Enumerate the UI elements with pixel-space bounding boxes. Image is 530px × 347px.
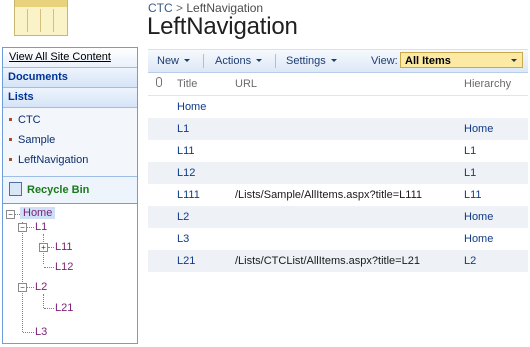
nav-item-leftnavigation[interactable]: LeftNavigation	[3, 150, 137, 170]
row-title-link[interactable]: Home	[177, 96, 206, 118]
view-all-site-content-link[interactable]: View All Site Content	[3, 48, 137, 68]
tree-node-l21[interactable]: L21	[55, 302, 73, 314]
recycle-bin-link[interactable]: Recycle Bin	[3, 177, 137, 204]
tree-node-l12[interactable]: L12	[55, 261, 73, 273]
tree-node-l2[interactable]: L2	[35, 281, 47, 293]
row-title-link[interactable]: L21	[177, 250, 195, 272]
tree-node-l11[interactable]: L11	[55, 241, 73, 253]
view-label: View:	[371, 55, 398, 67]
tree-node-l3[interactable]: L3	[35, 326, 47, 338]
row-hierarchy-link[interactable]: L1	[464, 140, 476, 162]
chevron-down-icon	[256, 58, 263, 62]
nav-header-documents[interactable]: Documents	[3, 68, 137, 88]
column-header-url[interactable]: URL	[235, 73, 257, 95]
collapse-l1-icon[interactable]: −	[18, 223, 27, 232]
paperclip-icon	[156, 77, 162, 87]
row-title-link[interactable]: L1	[177, 118, 189, 140]
row-hierarchy-link[interactable]: L11	[464, 184, 482, 206]
table-row: L3 Home	[148, 228, 528, 250]
navigation-tree: − Home − L1 + L11 L12 − L2 L21 L3	[3, 204, 137, 343]
settings-menu-label: Settings	[286, 55, 326, 67]
actions-menu-label: Actions	[215, 55, 252, 67]
quick-launch: View All Site Content Documents Lists CT…	[2, 47, 138, 344]
row-title-link[interactable]: L2	[177, 206, 189, 228]
row-hierarchy-link[interactable]: L2	[464, 250, 476, 272]
view-select-value: All Items	[405, 55, 451, 67]
table-header-row: Title URL Hierarchy	[148, 73, 528, 96]
table-row: L1 Home	[148, 118, 528, 140]
row-title-link[interactable]: L111	[177, 184, 200, 206]
chevron-down-icon	[511, 59, 517, 62]
nav-item-ctc[interactable]: CTC	[3, 110, 137, 130]
recycle-bin-icon	[9, 182, 22, 197]
list-view-table: Title URL Hierarchy Home L1 Home L11 L1 …	[148, 73, 528, 272]
row-hierarchy-link[interactable]: Home	[464, 228, 493, 250]
table-row: L12 L1	[148, 162, 528, 184]
chevron-down-icon	[330, 58, 337, 62]
new-menu-label: New	[157, 55, 180, 67]
nav-header-lists[interactable]: Lists	[3, 88, 137, 108]
bullet-icon	[9, 117, 12, 121]
row-url: /Lists/CTCList/AllItems.aspx?title=L21	[235, 255, 420, 267]
row-title-link[interactable]: L12	[177, 162, 195, 184]
actions-menu-button[interactable]: Actions	[215, 50, 263, 72]
page-title: LeftNavigation	[147, 13, 298, 40]
list-toolbar: New Actions Settings View: All Items	[148, 49, 528, 73]
nav-item-label: CTC	[18, 114, 41, 126]
table-row: Home	[148, 96, 528, 118]
view-select[interactable]: All Items	[400, 52, 523, 68]
collapse-l2-icon[interactable]: −	[18, 283, 27, 292]
row-hierarchy-link[interactable]: L1	[464, 162, 476, 184]
table-row: L21 /Lists/CTCList/AllItems.aspx?title=L…	[148, 250, 528, 272]
nav-item-sample[interactable]: Sample	[3, 130, 137, 150]
nav-item-label: LeftNavigation	[18, 154, 89, 166]
new-menu-button[interactable]: New	[157, 50, 191, 72]
row-hierarchy-link[interactable]: Home	[464, 206, 493, 228]
settings-menu-button[interactable]: Settings	[286, 50, 337, 72]
tree-node-l1[interactable]: L1	[35, 221, 47, 233]
nav-item-label: Sample	[18, 134, 56, 146]
expand-l11-icon[interactable]: +	[39, 243, 48, 252]
table-row: L111 /Lists/Sample/AllItems.aspx?title=L…	[148, 184, 528, 206]
row-title-link[interactable]: L11	[177, 140, 195, 162]
collapse-home-icon[interactable]: −	[6, 210, 15, 219]
chevron-down-icon	[184, 58, 191, 62]
site-logo	[14, 0, 68, 36]
bullet-icon	[9, 157, 12, 161]
column-header-hierarchy[interactable]: Hierarchy	[464, 73, 511, 95]
tree-node-home[interactable]: Home	[20, 207, 56, 219]
row-title-link[interactable]: L3	[177, 228, 189, 250]
table-row: L2 Home	[148, 206, 528, 228]
row-hierarchy-link[interactable]: Home	[464, 118, 493, 140]
attachment-header[interactable]	[156, 73, 162, 95]
bullet-icon	[9, 137, 12, 141]
row-url: /Lists/Sample/AllItems.aspx?title=L111	[235, 189, 422, 201]
recycle-bin-label: Recycle Bin	[27, 184, 90, 196]
table-row: L11 L1	[148, 140, 528, 162]
column-header-title[interactable]: Title	[177, 73, 197, 95]
lists-nav-list: CTC Sample LeftNavigation	[3, 108, 137, 177]
